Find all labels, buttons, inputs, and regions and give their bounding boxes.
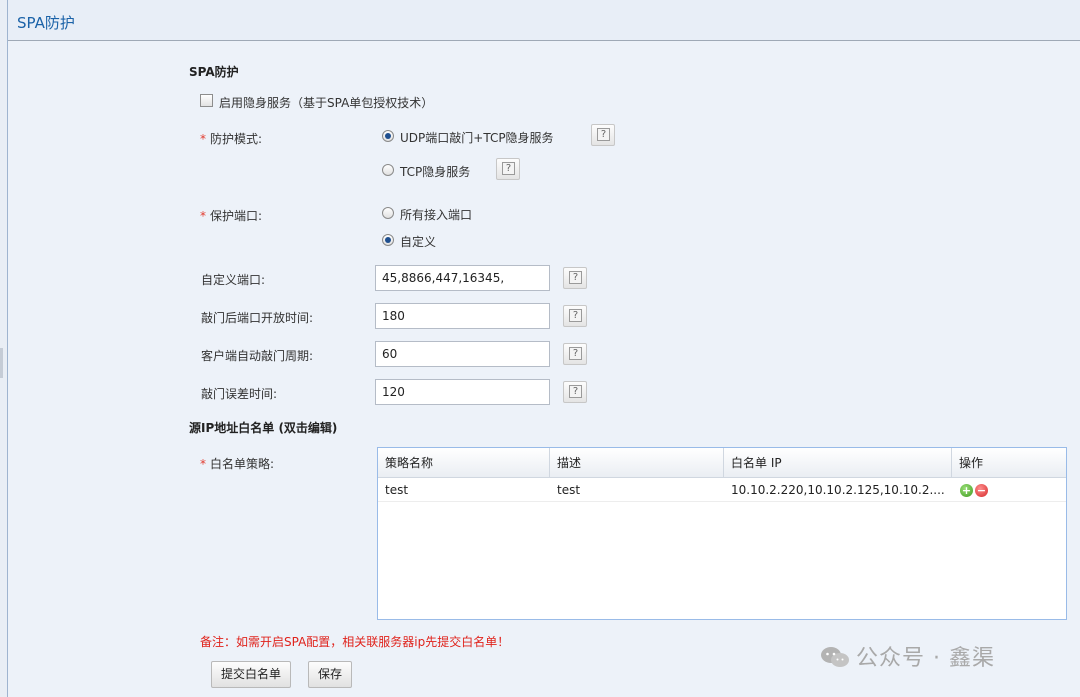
open-time-label: 敲门后端口开放时间: — [201, 311, 314, 325]
knock-tolerance-label: 敲门误差时间: — [201, 387, 278, 401]
whitelist-grid: 策略名称 描述 白名单 IP 操作 test test 10.10.2.220,… — [377, 447, 1067, 620]
add-row-icon[interactable]: + — [960, 484, 973, 497]
spa-panel: SPA防护 SPA防护 启用隐身服务（基于SPA单包授权技术） * 防护模式: U… — [7, 0, 1080, 697]
column-header-whitelist-ip[interactable]: 白名单 IP — [724, 448, 952, 478]
radio-custom-port[interactable] — [382, 234, 394, 246]
whitelist-policy-text: 白名单策略: — [210, 457, 275, 471]
save-button[interactable]: 保存 — [308, 661, 353, 688]
auto-knock-period-input[interactable]: 60 — [375, 341, 550, 367]
radio-all-ports[interactable] — [382, 207, 394, 219]
radio-udp-tcp-label[interactable]: UDP端口敲门+TCP隐身服务 — [400, 129, 554, 146]
watermark-text: 公众号 · 鑫渠 — [856, 646, 995, 671]
protect-port-text: 保护端口: — [210, 209, 263, 223]
cell-description[interactable]: test — [550, 479, 724, 502]
section-title-whitelist: 源IP地址白名单 (双击编辑) — [189, 421, 338, 435]
radio-udp-tcp[interactable] — [382, 130, 394, 142]
panel-header: SPA防护 — [8, 0, 1080, 41]
question-icon: ? — [569, 271, 582, 284]
delete-row-icon[interactable]: − — [975, 484, 988, 497]
table-row[interactable]: test test 10.10.2.220,10.10.2.125,10.10.… — [378, 479, 1066, 502]
watermark: 公众号 · 鑫渠 — [820, 640, 995, 672]
question-icon: ? — [569, 347, 582, 360]
splitter-handle[interactable] — [0, 348, 3, 378]
protect-mode-label: * 防护模式: — [200, 130, 262, 147]
radio-all-ports-label[interactable]: 所有接入端口 — [400, 206, 472, 223]
cell-whitelist-ip[interactable]: 10.10.2.220,10.10.2.125,10.10.2.... — [724, 479, 952, 502]
radio-tcp-label[interactable]: TCP隐身服务 — [400, 163, 470, 180]
auto-knock-period-label: 客户端自动敲门周期: — [201, 349, 314, 363]
help-icon[interactable]: ? — [563, 305, 587, 327]
grid-header: 策略名称 描述 白名单 IP 操作 — [378, 448, 1066, 478]
whitelist-policy-label: * 白名单策略: — [200, 455, 274, 472]
question-icon: ? — [597, 128, 610, 141]
question-icon: ? — [569, 385, 582, 398]
custom-port-input[interactable]: 45,8866,447,16345, — [375, 265, 550, 291]
open-time-input[interactable]: 180 — [375, 303, 550, 329]
wechat-icon — [821, 647, 849, 667]
column-header-policy-name[interactable]: 策略名称 — [378, 448, 550, 478]
radio-tcp[interactable] — [382, 164, 394, 176]
help-icon[interactable]: ? — [563, 267, 587, 289]
required-mark: * — [200, 132, 206, 146]
question-icon: ? — [569, 309, 582, 322]
protect-port-label: * 保护端口: — [200, 207, 262, 224]
note-text: 备注：如需开启SPA配置，相关联服务器ip先提交白名单！ — [200, 635, 510, 649]
section-title-spa: SPA防护 — [189, 65, 239, 79]
help-icon[interactable]: ? — [591, 124, 615, 146]
submit-whitelist-button[interactable]: 提交白名单 — [211, 661, 292, 688]
enable-hidden-service-checkbox[interactable] — [200, 94, 213, 107]
help-icon[interactable]: ? — [563, 381, 587, 403]
required-mark: * — [200, 457, 206, 471]
knock-tolerance-input[interactable]: 120 — [375, 379, 550, 405]
column-header-actions[interactable]: 操作 — [952, 448, 1066, 478]
question-icon: ? — [502, 162, 515, 175]
protect-mode-text: 防护模式: — [210, 132, 263, 146]
radio-custom-port-label[interactable]: 自定义 — [400, 233, 436, 250]
help-icon[interactable]: ? — [496, 158, 520, 180]
required-mark: * — [200, 209, 206, 223]
help-icon[interactable]: ? — [563, 343, 587, 365]
cell-policy-name[interactable]: test — [378, 479, 550, 502]
panel-title: SPA防护 — [17, 14, 75, 32]
custom-port-label: 自定义端口: — [201, 273, 266, 287]
enable-hidden-service-label[interactable]: 启用隐身服务（基于SPA单包授权技术） — [219, 94, 433, 111]
column-header-description[interactable]: 描述 — [550, 448, 724, 478]
